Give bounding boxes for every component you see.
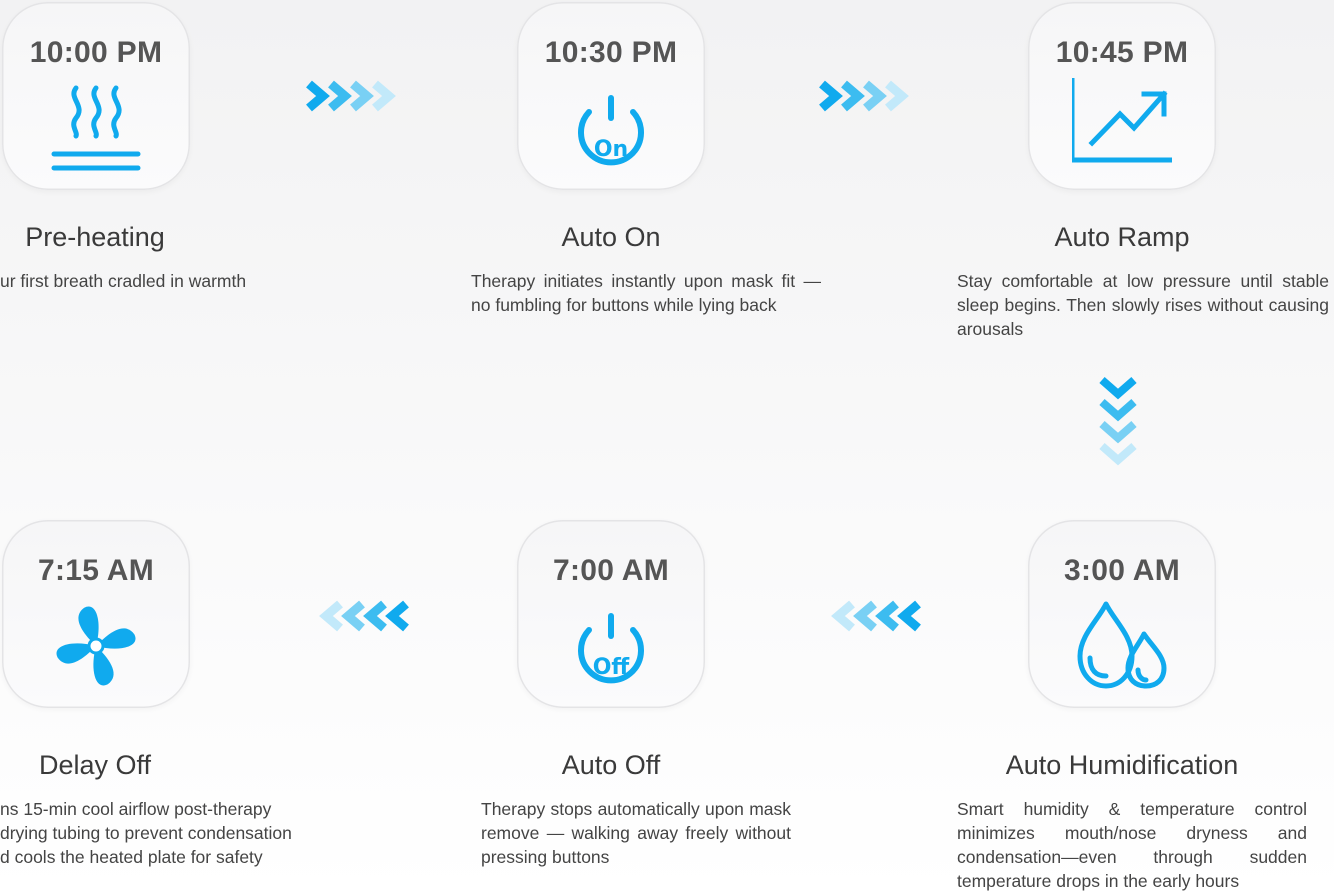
chevrons-down-icon bbox=[1099, 376, 1137, 466]
step-description: Smart humidity & temperature control min… bbox=[957, 799, 1307, 891]
step-description: Stay comfortable at low pressure until s… bbox=[957, 271, 1329, 339]
fan-icon bbox=[56, 606, 136, 686]
step-title: Pre-heating bbox=[25, 222, 165, 252]
description-line: ns 15-min cool airflow post-therapy bbox=[0, 799, 272, 819]
ramp-chart-icon bbox=[1072, 78, 1172, 163]
step-title: Delay Off bbox=[38, 750, 152, 780]
step-title: Auto Off bbox=[561, 750, 661, 780]
power-off-icon: Off bbox=[578, 613, 644, 684]
step-time: 10:00 PM bbox=[29, 36, 163, 69]
step-time: 10:30 PM bbox=[544, 36, 678, 69]
power-on-label: On bbox=[594, 137, 628, 162]
step-description: ns 15-min cool airflow post-therapy dryi… bbox=[0, 797, 350, 869]
chevrons-right-icon bbox=[819, 80, 909, 112]
step-description: ur first breath cradled in warmth bbox=[0, 271, 247, 291]
step-description: Therapy initiates instantly upon mask fi… bbox=[471, 271, 821, 315]
step-title: Auto Ramp bbox=[1054, 222, 1190, 252]
step-description: Therapy stops automatically upon mask re… bbox=[481, 799, 791, 867]
step-title: Auto On bbox=[561, 222, 661, 252]
step-card-auto-ramp: 10:45 PM bbox=[1028, 2, 1216, 190]
chevrons-left-icon bbox=[319, 600, 409, 632]
step-time: 7:00 AM bbox=[552, 554, 670, 587]
power-off-label: Off bbox=[593, 655, 631, 680]
step-card-delay-off: 7:15 AM bbox=[2, 520, 190, 708]
step-time: 7:15 AM bbox=[37, 554, 155, 587]
chevrons-right-icon bbox=[306, 80, 396, 112]
step-time: 10:45 PM bbox=[1055, 36, 1189, 69]
step-title: Auto Humidification bbox=[1005, 750, 1239, 780]
step-card-auto-on: 10:30 PM On bbox=[517, 2, 705, 190]
water-drops-icon bbox=[1077, 601, 1167, 689]
power-on-icon: On bbox=[578, 95, 644, 166]
description-line: d cools the heated plate for safety bbox=[0, 847, 263, 867]
step-card-preheating: 10:00 PM bbox=[2, 2, 190, 190]
step-time: 3:00 AM bbox=[1063, 554, 1181, 587]
step-card-auto-off: 7:00 AM Off bbox=[517, 520, 705, 708]
chevrons-left-icon bbox=[831, 600, 921, 632]
heating-icon bbox=[51, 85, 141, 171]
step-card-auto-humidification: 3:00 AM bbox=[1028, 520, 1216, 708]
description-line: drying tubing to prevent condensation bbox=[0, 823, 292, 843]
